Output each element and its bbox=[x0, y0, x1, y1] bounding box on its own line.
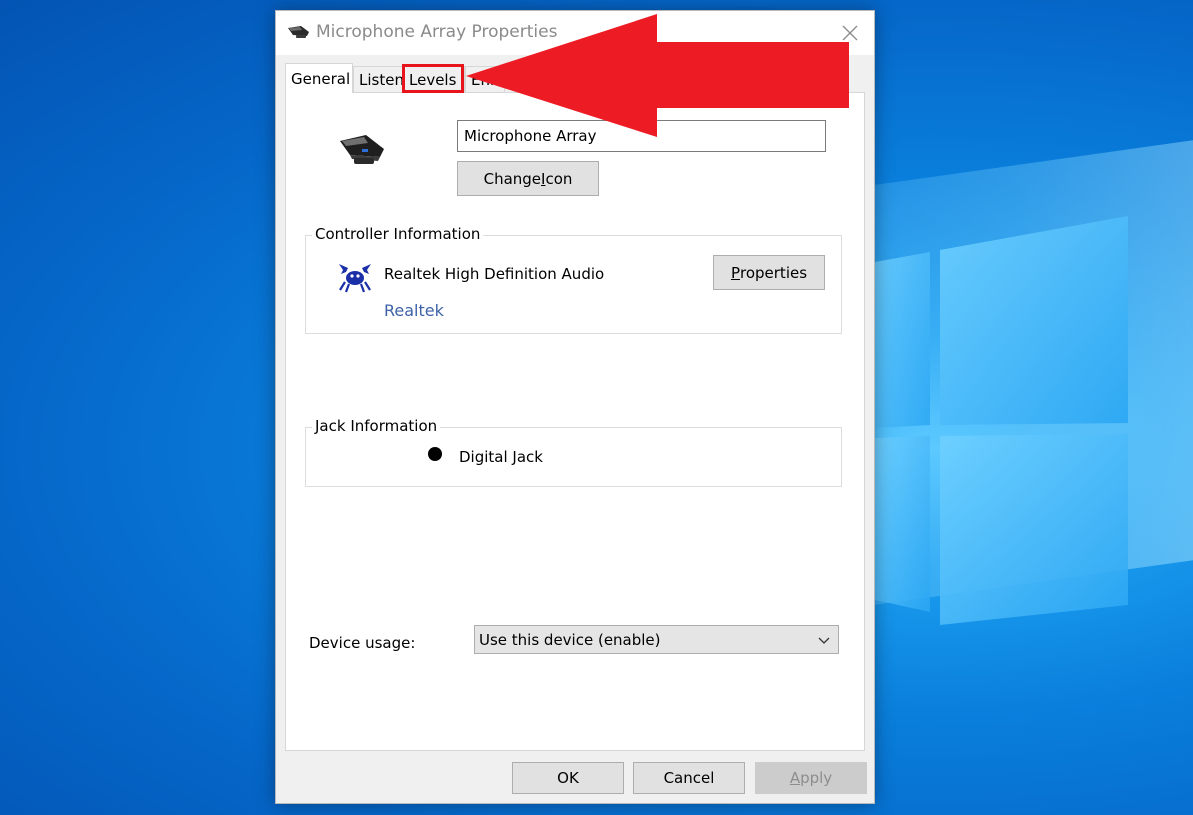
controller-group-label: Controller Information bbox=[312, 225, 484, 243]
device-name-input[interactable] bbox=[457, 120, 826, 152]
close-button[interactable] bbox=[826, 11, 874, 55]
ok-button[interactable]: OK bbox=[512, 762, 624, 794]
jack-dot-icon bbox=[428, 447, 442, 461]
tab-enhancements[interactable]: Enhancements bbox=[465, 66, 505, 93]
device-usage-select[interactable]: Use this device (enable) bbox=[474, 625, 839, 654]
apply-accelerator: A bbox=[789, 769, 801, 787]
chevron-down-icon bbox=[818, 637, 830, 644]
apply-button[interactable]: Apply bbox=[755, 762, 867, 794]
jack-group-label: Jack Information bbox=[312, 417, 441, 435]
device-usage-selected: Use this device (enable) bbox=[479, 630, 661, 649]
controller-vendor-link[interactable]: Realtek bbox=[384, 301, 444, 320]
realtek-crab-icon bbox=[339, 264, 371, 293]
microphone-array-icon bbox=[288, 26, 309, 38]
device-usage-label: Device usage: bbox=[309, 634, 416, 652]
general-tab-panel: Change Icon Controller Information Realt… bbox=[285, 92, 865, 751]
properties-accelerator: P bbox=[730, 263, 740, 282]
controller-name: Realtek High Definition Audio bbox=[384, 265, 605, 283]
jack-information-group: Jack Information Digital Jack bbox=[305, 417, 842, 487]
window-title: Microphone Array Properties bbox=[316, 22, 558, 42]
microphone-array-icon bbox=[340, 135, 384, 164]
cancel-button[interactable]: Cancel bbox=[633, 762, 745, 794]
title-bar[interactable]: Microphone Array Properties bbox=[276, 11, 874, 55]
apply-label-post: pply bbox=[800, 769, 833, 787]
close-icon bbox=[842, 25, 858, 41]
jack-name: Digital Jack bbox=[459, 448, 543, 466]
controller-information-group: Controller Information Realtek High Defi… bbox=[305, 225, 842, 334]
properties-label-post: roperties bbox=[740, 263, 808, 282]
tab-listen[interactable]: Listen bbox=[353, 66, 404, 93]
properties-button[interactable]: Properties bbox=[713, 255, 825, 290]
levels-tab-highlight bbox=[402, 64, 464, 93]
change-icon-label-post: con bbox=[545, 169, 573, 188]
properties-dialog: Microphone Array Properties General List… bbox=[275, 10, 875, 804]
change-icon-label-pre: Change bbox=[483, 169, 542, 188]
change-icon-button[interactable]: Change Icon bbox=[457, 161, 599, 196]
tab-general[interactable]: General bbox=[285, 63, 353, 93]
